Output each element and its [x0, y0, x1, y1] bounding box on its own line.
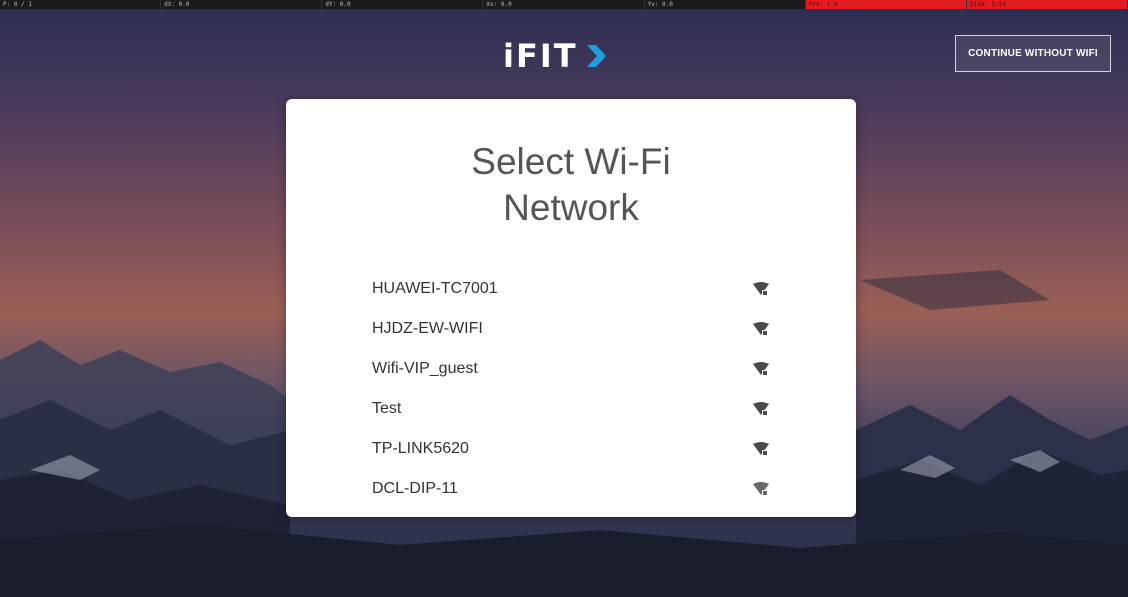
wifi-lock-icon: [753, 402, 769, 415]
debug-dy: dY: 0.0: [322, 0, 484, 9]
wifi-select-card: Select Wi-Fi Network HUAWEI-TC7001 HJDZ-…: [286, 99, 856, 517]
chevron-right-icon: [586, 45, 606, 67]
network-list: HUAWEI-TC7001 HJDZ-EW-WIFI Wifi-VIP_gues…: [372, 269, 772, 509]
network-item-dcl-dip-11[interactable]: DCL-DIP-11: [372, 469, 772, 509]
page-title: Select Wi-Fi Network: [286, 139, 856, 231]
continue-without-wifi-button[interactable]: CONTINUE WITHOUT WIFI: [955, 35, 1111, 72]
network-item-hjdz-ew-wifi[interactable]: HJDZ-EW-WIFI: [372, 309, 772, 349]
network-name: Test: [372, 400, 402, 417]
network-item-huawei-tc7001[interactable]: HUAWEI-TC7001: [372, 269, 772, 309]
title-line-1: Select Wi-Fi: [471, 141, 671, 182]
logo-text: iFIT: [503, 37, 578, 75]
wifi-lock-icon: [753, 362, 769, 375]
debug-pointer: P: 0 / 1: [0, 0, 162, 9]
network-name: TP-LINK5620: [372, 440, 469, 457]
ifit-logo: iFIT: [503, 37, 608, 75]
debug-yv: Yv: 0.0: [645, 0, 806, 9]
debug-pressure: Prs: 1.0: [805, 0, 967, 9]
wifi-lock-icon: [753, 322, 769, 335]
debug-status-bar: P: 0 / 1 dX: 0.0 dY: 0.0 Xv: 0.0 Yv: 0.0…: [0, 0, 1128, 9]
network-name: HUAWEI-TC7001: [372, 280, 498, 297]
debug-xv: Xv: 0.0: [483, 0, 645, 9]
debug-dx: dX: 0.0: [161, 0, 323, 9]
wifi-lock-icon: [753, 482, 769, 495]
network-name: HJDZ-EW-WIFI: [372, 320, 483, 337]
network-item-tp-link5620[interactable]: TP-LINK5620: [372, 429, 772, 469]
network-name: DCL-DIP-11: [372, 480, 458, 497]
network-item-test[interactable]: Test: [372, 389, 772, 429]
network-item-wifi-vip-guest[interactable]: Wifi-VIP_guest: [372, 349, 772, 389]
title-line-2: Network: [503, 187, 639, 228]
debug-size: Size: 2.54: [966, 0, 1128, 9]
network-name: Wifi-VIP_guest: [372, 360, 478, 377]
wifi-lock-icon: [753, 442, 769, 455]
wifi-lock-icon: [753, 282, 769, 295]
